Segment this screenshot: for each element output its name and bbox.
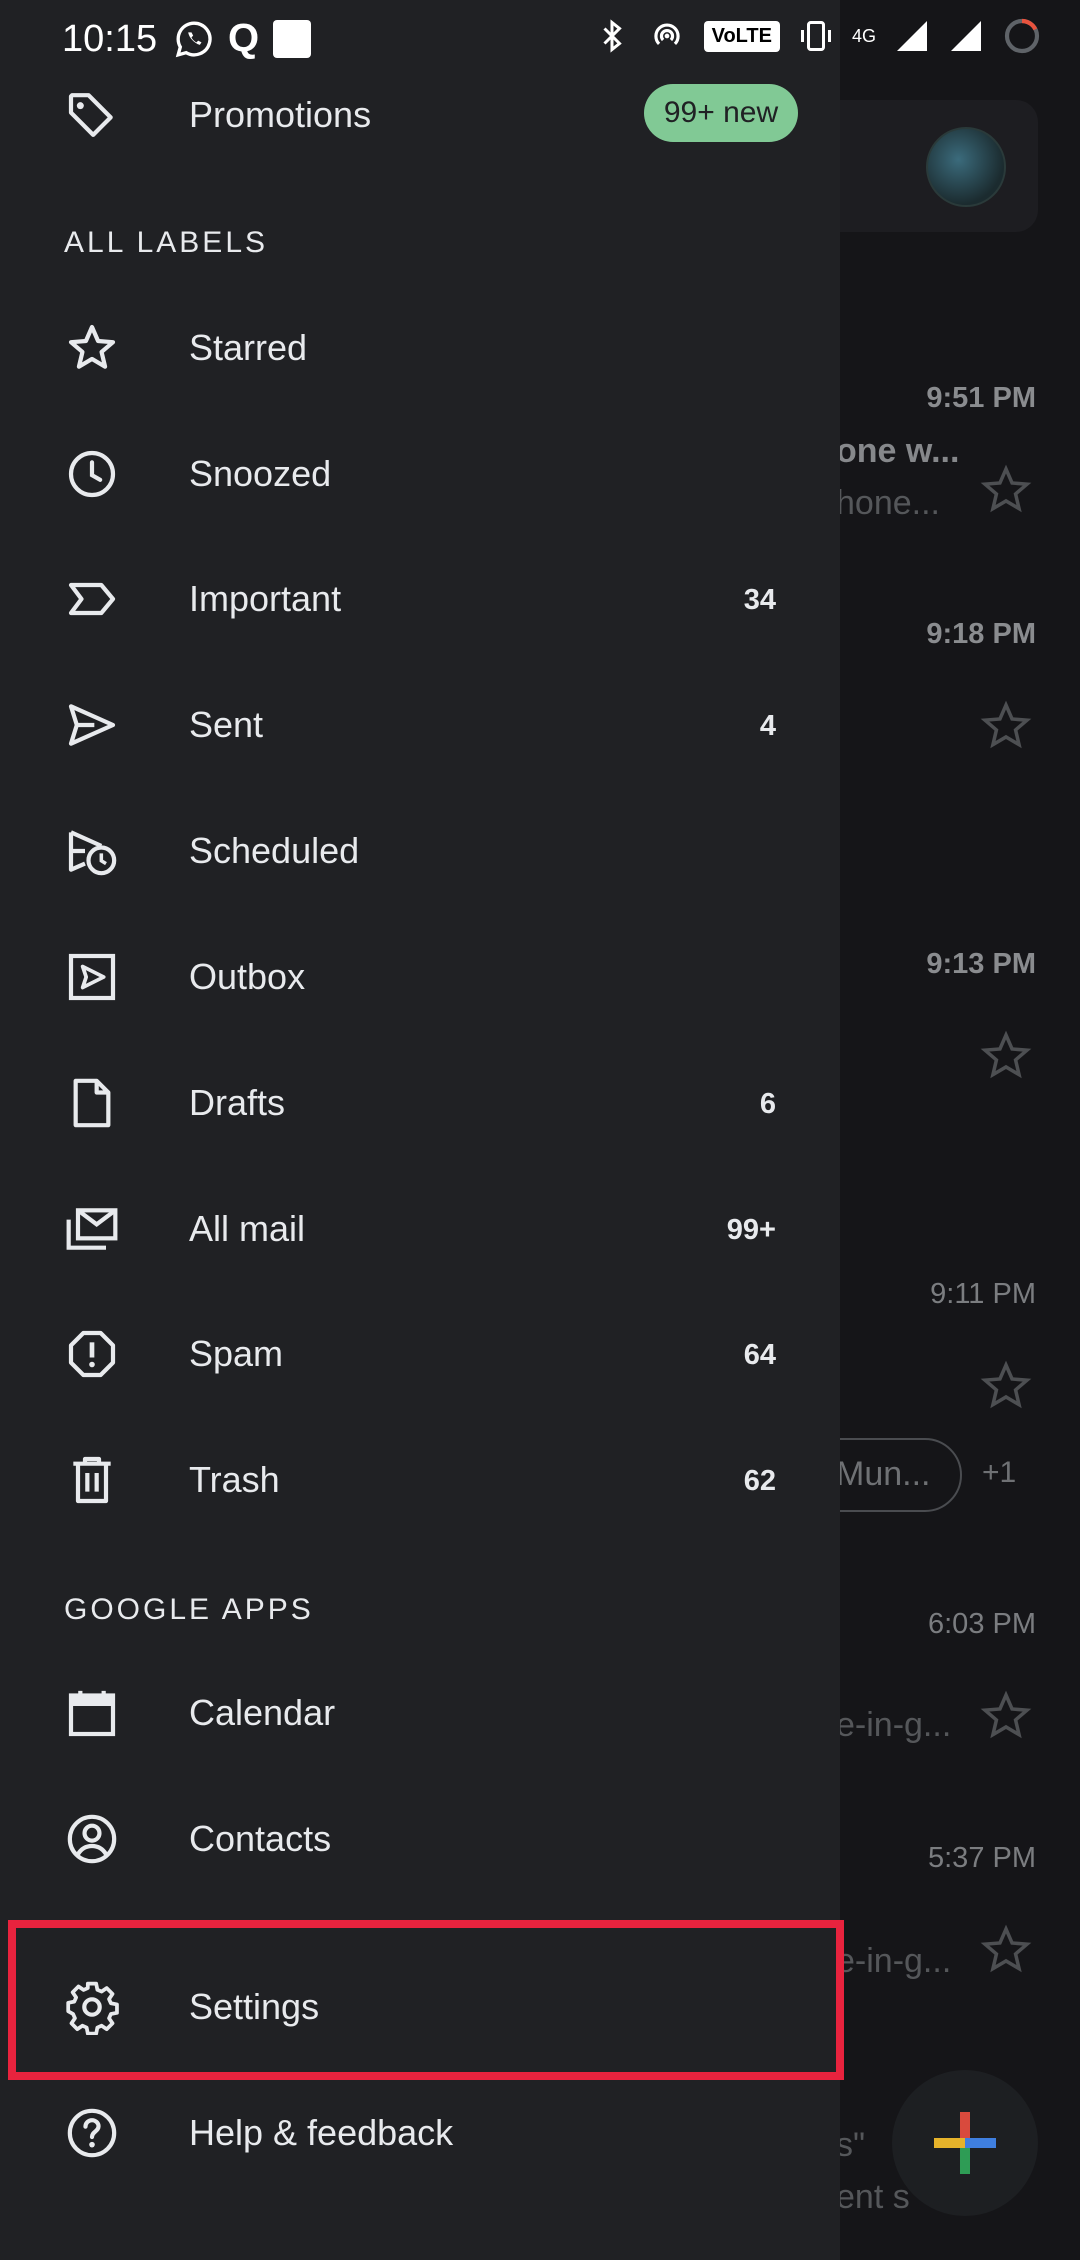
drawer-item-important[interactable]: Important 34 (0, 544, 840, 654)
drawer-item-count: 64 (743, 1339, 776, 1371)
drawer-item-count: 99+ (726, 1214, 776, 1246)
drawer-item-label: Calendar (189, 1692, 336, 1733)
email-time: 9:51 PM (926, 382, 1036, 414)
email-snippet: e-in-g... (836, 1706, 952, 1744)
bluetooth-icon (603, 19, 622, 53)
scheduled-icon (68, 830, 117, 876)
compose-button[interactable] (892, 2070, 1038, 2216)
email-snippet: ent s (836, 2178, 910, 2216)
drawer-item-label: All mail (189, 1208, 306, 1249)
email-time: 6:03 PM (928, 1608, 1036, 1640)
help-icon (67, 2108, 117, 2158)
drawer-item-all-mail[interactable]: All mail 99+ (0, 1174, 840, 1284)
drawer-item-label: Contacts (189, 1818, 332, 1859)
draft-icon (73, 1078, 111, 1128)
email-snippet: e-in-g... (836, 1942, 952, 1980)
drawer-item-label: Drafts (189, 1082, 286, 1123)
clock-icon (68, 450, 116, 498)
drawer-item-trash[interactable]: Trash 62 (0, 1425, 840, 1535)
star-icon[interactable] (978, 1688, 1034, 1744)
notification-icon (273, 19, 312, 58)
attachment-chip-label: Mun... (836, 1455, 931, 1493)
email-snippet: s" (836, 2126, 866, 2164)
email-subject: one w... (836, 432, 960, 470)
star-icon[interactable] (978, 462, 1034, 518)
status-bar: 10:15 Q VoLTE 4G (0, 0, 1080, 80)
email-time: 9:11 PM (930, 1278, 1036, 1310)
drawer-item-count: 34 (743, 584, 776, 616)
spam-icon (68, 1330, 116, 1378)
drawer-item-outbox[interactable]: Outbox (0, 922, 840, 1032)
drawer-item-label: Trash (189, 1459, 280, 1500)
network-type: 4G (851, 25, 876, 46)
drawer-item-starred[interactable]: Starred (0, 293, 840, 403)
volte-icon: VoLTE (703, 20, 780, 52)
vibrate-icon (800, 21, 831, 51)
star-icon[interactable] (978, 1922, 1034, 1978)
email-snippet: hone... (836, 484, 940, 522)
trash-icon (73, 1456, 111, 1504)
drawer-item-label: Snoozed (189, 453, 332, 494)
star-icon (68, 324, 116, 369)
drawer-item-count: 6 (759, 1088, 776, 1120)
q-app-icon: Q (228, 16, 260, 60)
important-icon (68, 582, 116, 616)
new-count-badge: 99+ new (644, 84, 798, 142)
plus-icon (934, 2112, 996, 2174)
drawer-item-label: Spam (189, 1333, 284, 1374)
all-labels-header: ALL LABELS (64, 226, 269, 259)
email-time: 5:37 PM (928, 1842, 1036, 1874)
signal-icon (897, 21, 927, 51)
drawer-item-drafts[interactable]: Drafts 6 (0, 1048, 840, 1158)
drawer-item-scheduled[interactable]: Scheduled (0, 796, 840, 906)
send-icon (68, 704, 116, 746)
drawer-item-spam[interactable]: Spam 64 (0, 1299, 840, 1409)
settings-highlight-box (8, 1920, 844, 2080)
account-avatar[interactable] (926, 127, 1006, 207)
status-time: 10:15 (62, 18, 158, 60)
signal-icon (951, 21, 981, 51)
drawer-item-label: Important (189, 578, 342, 619)
battery-icon (1004, 18, 1040, 54)
drawer-item-snoozed[interactable]: Snoozed (0, 419, 840, 529)
whatsapp-icon (175, 20, 212, 57)
hotspot-icon (653, 23, 680, 46)
attachment-more: +1 (982, 1456, 1017, 1489)
email-time: 9:18 PM (926, 618, 1036, 650)
drawer-item-contacts[interactable]: Contacts (0, 1784, 840, 1894)
star-icon[interactable] (978, 1028, 1034, 1084)
drawer-item-sent[interactable]: Sent 4 (0, 670, 840, 780)
drawer-item-label: Help & feedback (189, 2112, 454, 2153)
star-icon[interactable] (978, 698, 1034, 754)
all-mail-icon (66, 1208, 118, 1250)
contacts-icon (67, 1814, 117, 1864)
outbox-icon (68, 953, 116, 1001)
calendar-icon (68, 1690, 116, 1737)
drawer-item-label: Sent (189, 704, 264, 745)
label-tag-icon (68, 93, 113, 137)
drawer-item-help[interactable]: Help & feedback (0, 2078, 840, 2188)
drawer-item-label: Starred (189, 327, 308, 368)
drawer-item-calendar[interactable]: Calendar (0, 1658, 840, 1768)
google-apps-header: GOOGLE APPS (64, 1593, 314, 1626)
drawer-item-count: 4 (759, 710, 776, 742)
drawer-item-label: Outbox (189, 956, 306, 997)
drawer-item-label: Scheduled (189, 830, 360, 871)
star-icon[interactable] (978, 1358, 1034, 1414)
drawer-item-label: Promotions (189, 94, 372, 135)
drawer-item-count: 62 (743, 1465, 776, 1497)
email-time: 9:13 PM (926, 948, 1036, 980)
